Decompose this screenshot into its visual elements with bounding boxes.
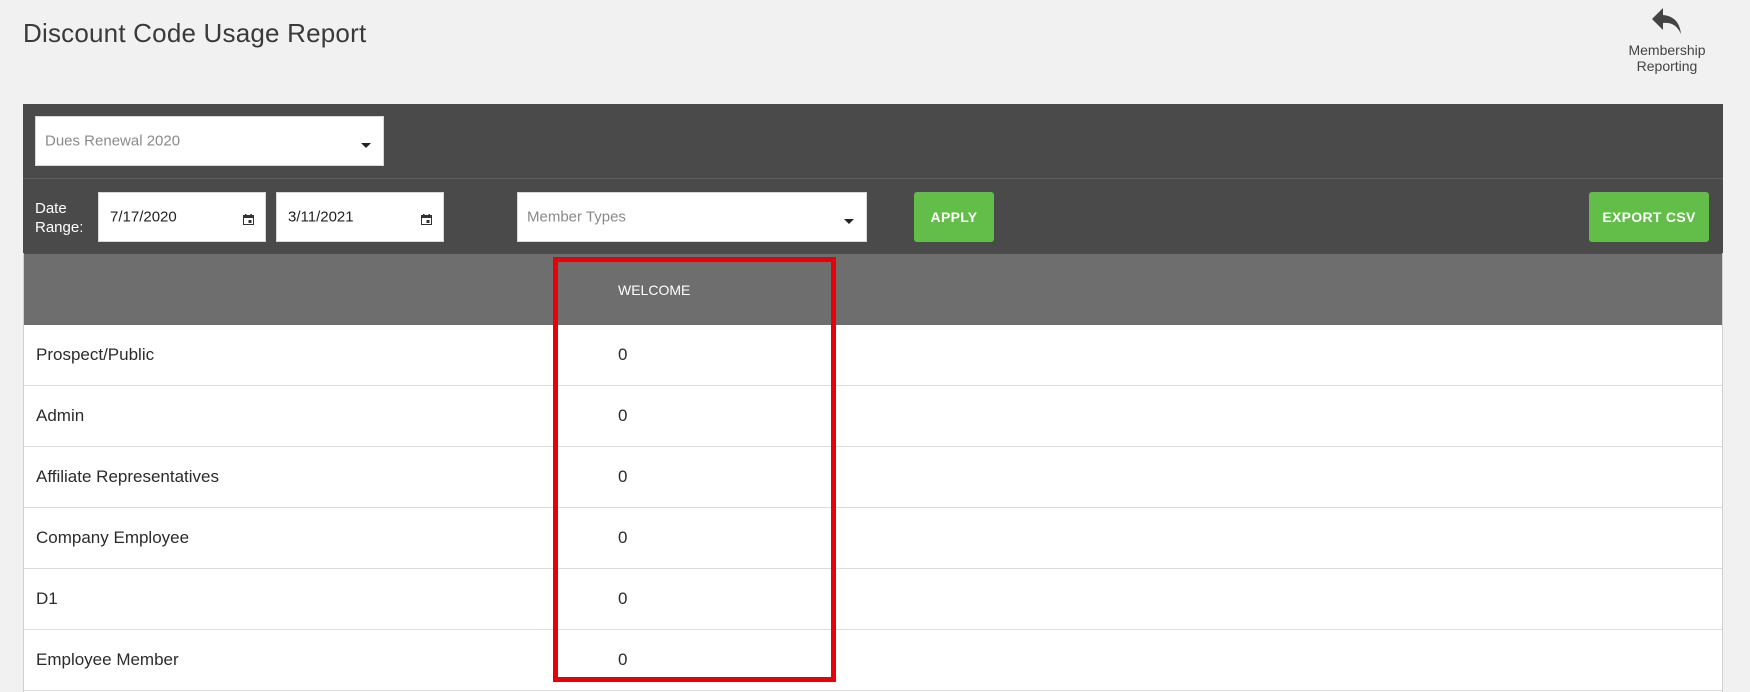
export-csv-button[interactable]: EXPORT CSV: [1589, 192, 1709, 242]
usage-count-cell: 0: [553, 325, 1723, 386]
chevron-down-icon: [844, 219, 854, 224]
table-row: Affiliate Representatives 0: [23, 446, 1723, 508]
calendar-icon[interactable]: [421, 212, 432, 230]
table-row: Admin 0: [23, 385, 1723, 447]
date-filter-bar: Date Range: 7/17/2020 3/11/2021 Member T…: [23, 179, 1723, 254]
membership-reporting-link[interactable]: Membership Reporting: [1622, 4, 1712, 74]
member-type-cell: Company Employee: [23, 507, 553, 569]
membership-reporting-label: Membership Reporting: [1628, 42, 1706, 74]
undo-arrow-icon: [1622, 4, 1712, 42]
start-date-input[interactable]: 7/17/2020: [98, 192, 266, 242]
member-type-column-header: [23, 254, 553, 325]
usage-count-cell: 0: [553, 446, 1723, 508]
report-panel: Dues Renewal 2020 Date Range: 7/17/2020: [23, 104, 1723, 692]
member-types-placeholder: Member Types: [527, 208, 626, 226]
member-type-cell: Prospect/Public: [23, 325, 553, 386]
page-title: Discount Code Usage Report: [23, 18, 367, 48]
member-type-cell: Employee Member: [23, 629, 553, 691]
start-date-value: 7/17/2020: [110, 208, 177, 226]
table-left-border: [23, 253, 24, 692]
report-page: Discount Code Usage Report Membership Re…: [0, 0, 1750, 692]
campaign-filter-bar: Dues Renewal 2020: [23, 104, 1723, 179]
discount-usage-table: WELCOME Prospect/Public 0 Admin 0 Affili…: [23, 254, 1723, 691]
table-row: D1 0: [23, 568, 1723, 630]
table-row: Employee Member 0: [23, 629, 1723, 691]
campaign-select[interactable]: Dues Renewal 2020: [35, 116, 384, 166]
member-type-cell: D1: [23, 568, 553, 630]
campaign-select-value: Dues Renewal 2020: [45, 132, 181, 150]
usage-count-cell: 0: [553, 629, 1723, 691]
member-type-cell: Affiliate Representatives: [23, 446, 553, 508]
table-row: Company Employee 0: [23, 507, 1723, 569]
chevron-down-icon: [361, 143, 371, 148]
end-date-input[interactable]: 3/11/2021: [276, 192, 444, 242]
usage-count-cell: 0: [553, 385, 1723, 447]
usage-count-cell: 0: [553, 568, 1723, 630]
end-date-value: 3/11/2021: [288, 208, 354, 226]
table-header-row: WELCOME: [23, 254, 1723, 325]
member-type-cell: Admin: [23, 385, 553, 447]
table-row: Prospect/Public 0: [23, 325, 1723, 386]
date-range-label: Date Range:: [35, 200, 84, 236]
table-right-border: [1722, 253, 1723, 692]
apply-button[interactable]: APPLY: [914, 192, 994, 242]
welcome-column-header: WELCOME: [618, 281, 691, 298]
calendar-icon[interactable]: [243, 212, 254, 230]
usage-count-cell: 0: [553, 507, 1723, 569]
member-types-select[interactable]: Member Types: [517, 192, 867, 242]
